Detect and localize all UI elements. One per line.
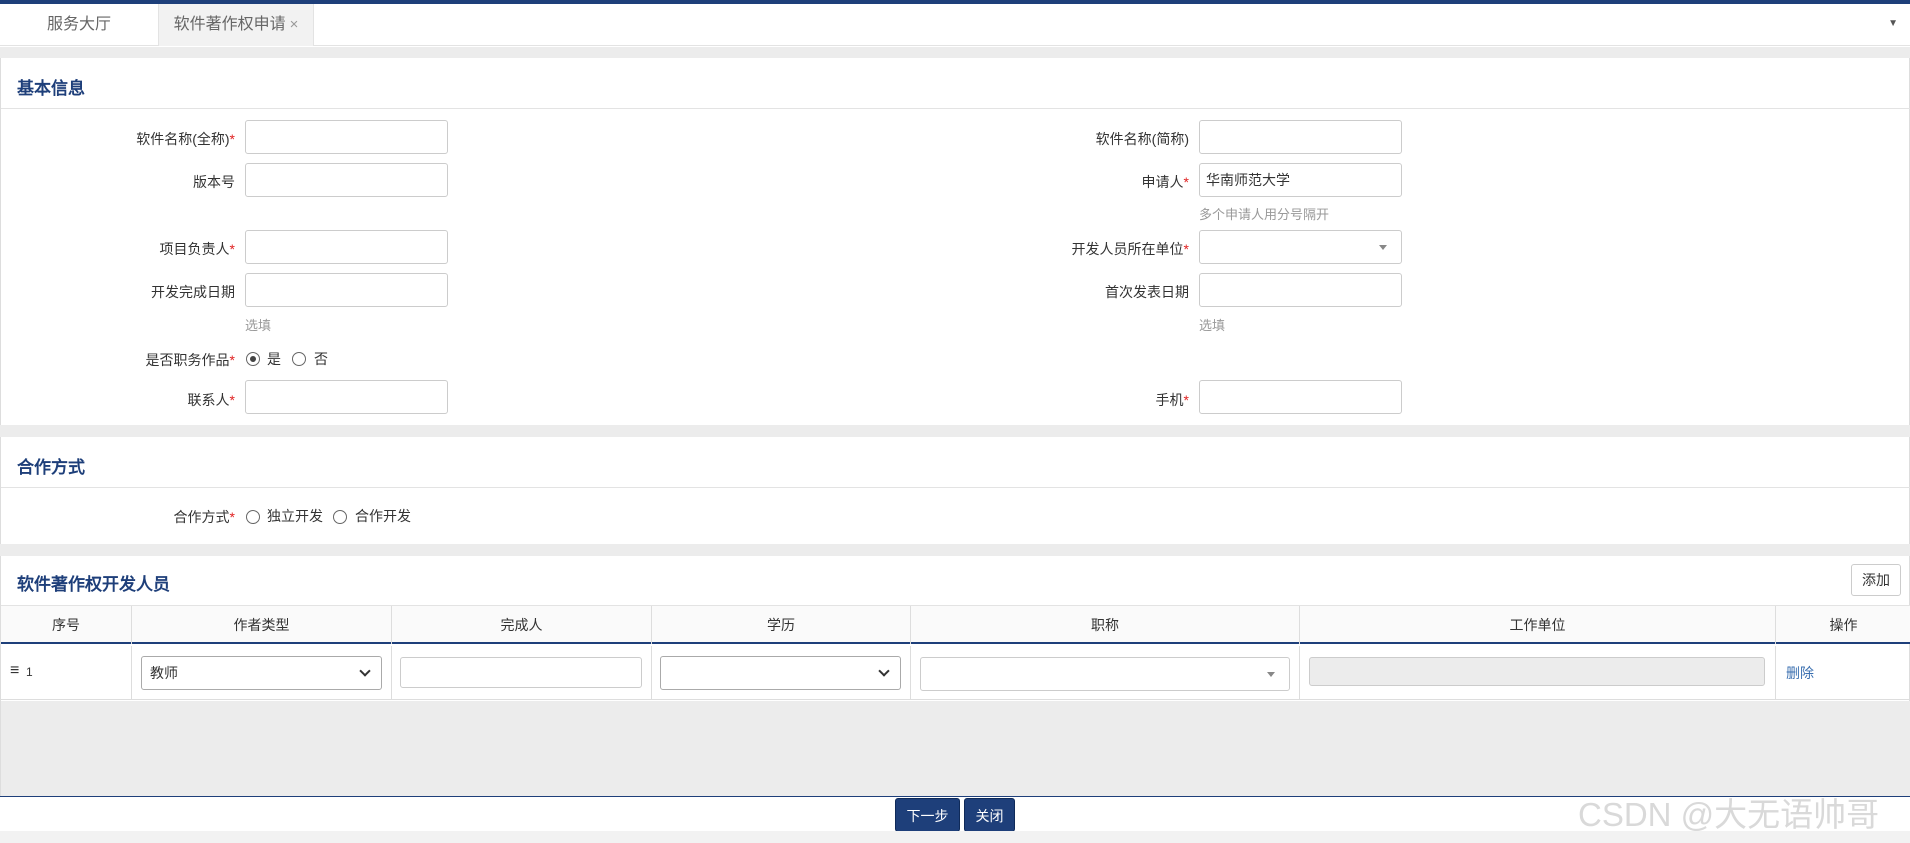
unit-cell bbox=[1300, 646, 1776, 700]
section-title: 软件著作权开发人员 bbox=[17, 575, 170, 594]
separator bbox=[0, 47, 1910, 58]
work-for-hire-no-radio[interactable] bbox=[292, 352, 306, 366]
separator bbox=[0, 544, 1910, 556]
first-publish-date-label: 首次发表日期 bbox=[1105, 284, 1189, 300]
section-title: 合作方式 bbox=[17, 458, 85, 477]
coop-independent-radio[interactable] bbox=[246, 510, 260, 524]
divider bbox=[1, 487, 1910, 488]
table-row: ≡ 1 教师 删除 bbox=[1, 646, 1910, 700]
radio-label: 是 bbox=[267, 351, 281, 367]
tab-label: 软件著作权申请 bbox=[173, 16, 286, 33]
close-button[interactable]: 关闭 bbox=[964, 798, 1015, 832]
first-publish-date-input[interactable] bbox=[1199, 273, 1402, 307]
tab-dropdown-icon[interactable]: ▼ bbox=[1888, 18, 1898, 29]
dev-finish-date-label: 开发完成日期 bbox=[151, 284, 235, 300]
author-type-cell: 教师 bbox=[132, 646, 392, 700]
drag-handle-icon[interactable]: ≡ bbox=[10, 662, 19, 680]
column-header: 学历 bbox=[652, 606, 911, 644]
coop-mode-label: 合作方式* bbox=[173, 509, 235, 525]
contact-label: 联系人* bbox=[187, 392, 235, 408]
column-header: 作者类型 bbox=[132, 606, 392, 644]
chevron-down-icon bbox=[1267, 672, 1275, 677]
applicant-hint: 多个申请人用分号隔开 bbox=[1199, 207, 1330, 222]
title-select[interactable] bbox=[920, 657, 1290, 691]
close-icon[interactable]: × bbox=[290, 16, 299, 33]
software-full-name-label: 软件名称(全称)* bbox=[136, 131, 235, 147]
action-cell: 删除 bbox=[1776, 646, 1910, 700]
work-for-hire-yes-radio[interactable] bbox=[246, 352, 260, 366]
column-header: 完成人 bbox=[392, 606, 652, 644]
contact-input[interactable] bbox=[245, 380, 448, 414]
education-select[interactable] bbox=[660, 656, 901, 690]
chevron-down-icon bbox=[878, 665, 890, 677]
separator bbox=[0, 425, 1910, 437]
tab-bar: 服务大厅 软件著作权申请 × ▼ bbox=[0, 4, 1910, 46]
applicant-label: 申请人* bbox=[1141, 174, 1189, 190]
divider bbox=[1, 108, 1910, 109]
tab-copyright-application[interactable]: 软件著作权申请 × bbox=[158, 4, 314, 46]
section-title: 基本信息 bbox=[17, 79, 85, 98]
coop-joint-radio[interactable] bbox=[333, 510, 347, 524]
next-step-button[interactable]: 下一步 bbox=[895, 798, 960, 832]
cooperation-panel: 合作方式 合作方式* 独立开发 合作开发 bbox=[0, 437, 1910, 544]
delete-row-link[interactable]: 删除 bbox=[1786, 663, 1814, 683]
radio-label: 否 bbox=[314, 351, 328, 367]
project-leader-input[interactable] bbox=[245, 230, 448, 264]
version-input[interactable] bbox=[245, 163, 448, 197]
developers-panel: 软件著作权开发人员 添加 序号 作者类型 完成人 学历 职称 工作单位 操作 ≡… bbox=[0, 556, 1910, 796]
chevron-down-icon bbox=[359, 665, 371, 677]
name-cell bbox=[392, 646, 652, 700]
column-header: 操作 bbox=[1829, 617, 1858, 633]
software-short-name-input[interactable] bbox=[1199, 120, 1402, 154]
basic-info-panel: 基本信息 软件名称(全称)* 软件名称(简称) 版本号 申请人* 多个申请人用分… bbox=[0, 58, 1910, 425]
tab-service-hall[interactable]: 服务大厅 bbox=[0, 4, 158, 46]
column-header: 工作单位 bbox=[1300, 606, 1776, 644]
table-empty-area bbox=[1, 701, 1910, 796]
row-index: 1 bbox=[26, 665, 33, 679]
dev-finish-date-input[interactable] bbox=[245, 273, 448, 307]
mobile-label: 手机* bbox=[1155, 392, 1189, 408]
dev-unit-label: 开发人员所在单位* bbox=[1071, 241, 1189, 257]
title-cell bbox=[911, 646, 1300, 700]
index-cell: ≡ 1 bbox=[1, 646, 132, 700]
unit-input-disabled bbox=[1309, 657, 1765, 686]
work-for-hire-label: 是否职务作品* bbox=[145, 352, 235, 368]
column-header: 职称 bbox=[911, 606, 1300, 644]
column-header: 序号 bbox=[1, 606, 132, 644]
name-input[interactable] bbox=[400, 657, 642, 688]
mobile-input[interactable] bbox=[1199, 380, 1402, 414]
dev-finish-date-hint: 选填 bbox=[245, 318, 272, 333]
project-leader-label: 项目负责人* bbox=[159, 241, 235, 257]
version-label: 版本号 bbox=[193, 174, 235, 190]
watermark: CSDN @大无语帅哥 bbox=[1578, 796, 1880, 833]
education-cell bbox=[652, 646, 911, 700]
tab-label: 服务大厅 bbox=[46, 16, 111, 33]
add-developer-button[interactable]: 添加 bbox=[1851, 564, 1901, 596]
radio-label: 合作开发 bbox=[355, 508, 411, 524]
applicant-input[interactable] bbox=[1199, 163, 1402, 197]
table-header: 序号 作者类型 完成人 学历 职称 工作单位 操作 bbox=[1, 606, 1910, 644]
software-full-name-input[interactable] bbox=[245, 120, 448, 154]
dev-unit-select[interactable] bbox=[1199, 230, 1402, 264]
chevron-down-icon bbox=[1379, 245, 1387, 250]
first-publish-date-hint: 选填 bbox=[1199, 318, 1226, 333]
author-type-select[interactable]: 教师 bbox=[141, 656, 382, 690]
software-short-name-label: 软件名称(简称) bbox=[1095, 131, 1189, 147]
radio-label: 独立开发 bbox=[267, 508, 323, 524]
